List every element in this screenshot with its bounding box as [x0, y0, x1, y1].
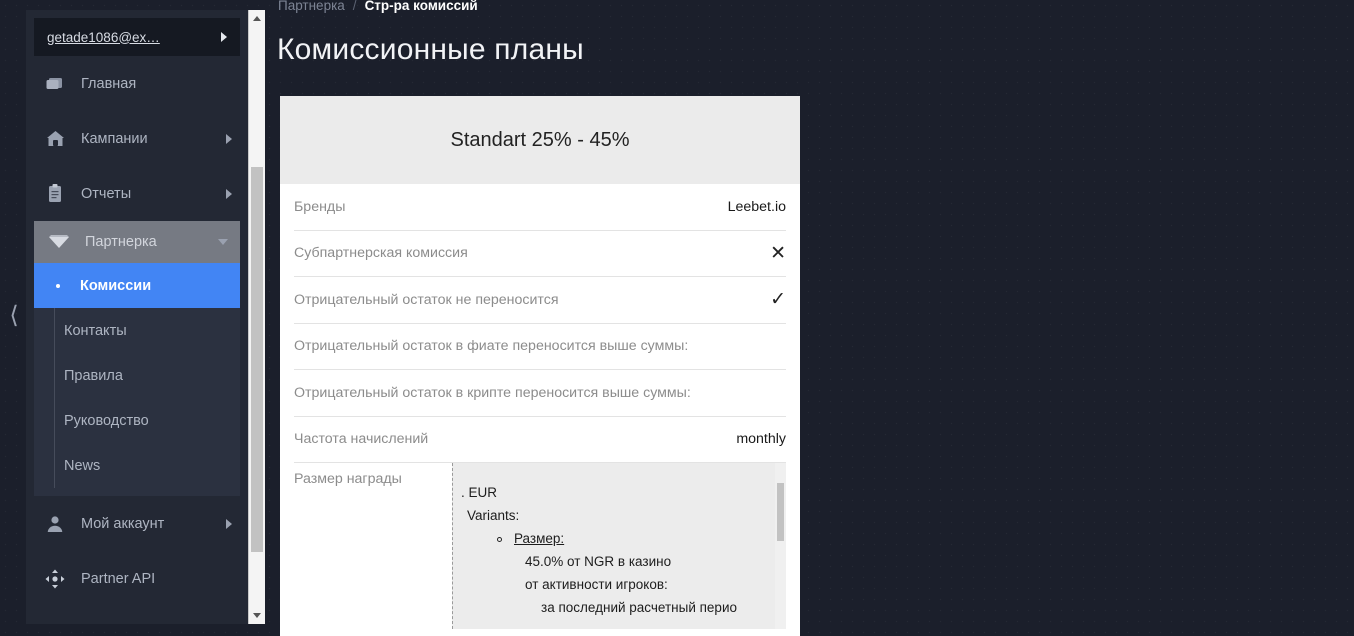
sidebar-item-label: Партнерка — [85, 234, 157, 250]
scroll-down-icon[interactable] — [249, 607, 265, 624]
reward-line: за последний расчетный перио — [541, 600, 737, 615]
sidebar-item-label: Отчеты — [81, 185, 132, 202]
sidebar-scrollbar[interactable] — [248, 10, 265, 624]
cross-icon: ✕ — [770, 242, 786, 264]
row-value: Leebet.io — [727, 198, 786, 215]
chevron-right-icon — [226, 133, 232, 144]
sidebar-item-label: Мой аккаунт — [81, 515, 165, 532]
row-key: Отрицательный остаток в крипте переносит… — [294, 384, 691, 401]
breadcrumb-separator: / — [352, 0, 357, 13]
sidebar-item-komissii[interactable]: Комиссии — [34, 263, 240, 308]
sidebar-item-pravila[interactable]: Правила — [34, 353, 240, 398]
sidebar-submenu: Комиссии Контакты Правила Руководство Ne… — [34, 263, 240, 496]
clipboard-icon — [42, 184, 68, 203]
sidebar-item-news[interactable]: News — [34, 443, 240, 488]
reward-key: Размер награды — [294, 471, 402, 487]
sidebar-item-partnerka[interactable]: Партнерка — [34, 221, 240, 263]
sidebar-item-kontakty[interactable]: Контакты — [34, 308, 240, 353]
card-header: Standart 25% - 45% — [280, 96, 800, 184]
sidebar-subitem-label: News — [64, 457, 101, 474]
sidebar-subitem-label: Руководство — [64, 412, 149, 429]
chevron-right-icon — [221, 32, 227, 42]
reward-line: . EUR — [461, 485, 498, 500]
sidebar-item-moy-akkaunt[interactable]: Мой аккаунт — [26, 496, 248, 551]
window-icon — [42, 76, 68, 92]
sidebar-subitem-label: Контакты — [64, 322, 127, 339]
reward-scrollbar-thumb[interactable] — [777, 483, 784, 541]
chevron-right-icon — [226, 188, 232, 199]
sidebar-scrollbar-track[interactable] — [249, 27, 265, 607]
row-key: Бренды — [294, 198, 346, 215]
chevron-left-icon[interactable]: ⟨ — [4, 300, 24, 330]
bullet-icon — [56, 283, 60, 288]
sidebar-item-label: Кампании — [81, 130, 148, 147]
home-icon — [42, 130, 68, 148]
sidebar-item-partner-api[interactable]: Partner API — [26, 551, 248, 606]
row-key: Отрицательный остаток в фиате переноситс… — [294, 338, 689, 355]
card-title: Standart 25% - 45% — [450, 128, 630, 151]
sidebar-item-rukovodstvo[interactable]: Руководство — [34, 398, 240, 443]
sidebar-scrollbar-thumb[interactable] — [251, 167, 263, 552]
scroll-up-icon[interactable] — [249, 10, 265, 27]
reward-details-scroll-area[interactable]: . EUR Variants: Размер: 45.0% от NGR в к… — [452, 463, 786, 629]
row-value: monthly — [736, 431, 786, 448]
breadcrumb: Партнерка / Стр-ра комиссий — [278, 0, 478, 13]
table-row: Бренды Leebet.io — [294, 184, 786, 231]
sidebar-item-label: Главная — [81, 75, 137, 92]
sidebar-item-kampanii[interactable]: Кампании — [26, 111, 248, 166]
sidebar-item-otchety[interactable]: Отчеты — [26, 166, 248, 221]
user-icon — [42, 515, 68, 533]
chevron-right-icon — [226, 518, 232, 529]
table-row: Отрицательный остаток в фиате переноситс… — [294, 324, 786, 370]
sidebar-item-label: Partner API — [81, 570, 156, 587]
breadcrumb-parent[interactable]: Партнерка — [278, 0, 345, 13]
reward-line: 45.0% от NGR в казино — [525, 554, 672, 569]
row-key: Отрицательный остаток не переносится — [294, 291, 559, 308]
diamond-icon — [46, 234, 72, 250]
sidebar-subitem-label: Правила — [64, 367, 123, 384]
reward-line: от активности игроков: — [525, 577, 668, 592]
breadcrumb-current: Стр-ра комиссий — [364, 0, 478, 13]
reward-size-link[interactable]: Размер: — [514, 531, 564, 546]
sidebar-nav: getade1086@ex… Главная Кампании Отчеты П… — [26, 10, 248, 624]
table-row: Отрицательный остаток в крипте переносит… — [294, 370, 786, 417]
reward-row: Размер награды . EUR Variants: Размер: 4… — [294, 463, 786, 629]
sidebar-item-glavnaya[interactable]: Главная — [26, 56, 248, 111]
table-row: Субпартнерская комиссия ✕ — [294, 231, 786, 277]
sidebar-item-account-email[interactable]: getade1086@ex… — [34, 18, 240, 56]
reward-line: Variants: — [467, 508, 520, 523]
arrows-move-icon — [42, 569, 68, 589]
chevron-down-icon — [218, 239, 228, 245]
circle-bullet-icon — [497, 536, 502, 542]
sidebar: getade1086@ex… Главная Кампании Отчеты П… — [26, 10, 266, 624]
table-row: Частота начислений monthly — [294, 417, 786, 463]
account-email-label: getade1086@ex… — [47, 29, 160, 45]
sidebar-subitem-label: Комиссии — [80, 277, 152, 294]
page-title: Комиссионные планы — [277, 33, 584, 66]
check-icon: ✓ — [770, 289, 786, 311]
reward-line-size: Размер: — [453, 527, 786, 550]
row-key: Субпартнерская комиссия — [294, 245, 468, 262]
row-key: Частота начислений — [294, 431, 429, 448]
table-row: Отрицательный остаток не переносится ✓ — [294, 277, 786, 324]
reward-scrollbar[interactable] — [775, 463, 786, 629]
commission-plan-card: Standart 25% - 45% Бренды Leebet.io Субп… — [280, 96, 800, 636]
